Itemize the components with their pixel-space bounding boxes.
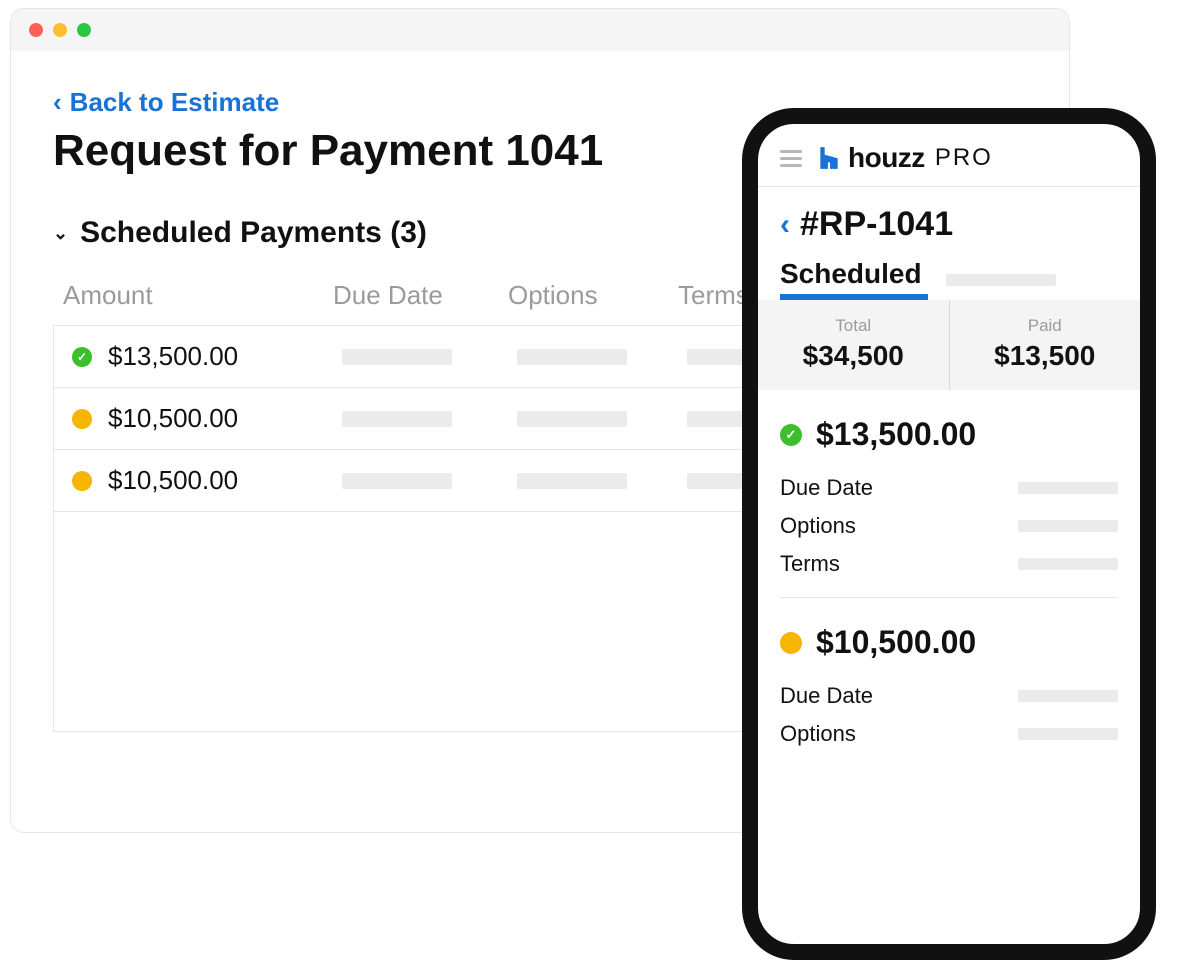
summary-total-value: $34,500 <box>758 340 949 372</box>
status-pending-icon <box>780 632 802 654</box>
brand: houzz PRO <box>816 142 993 174</box>
mobile-summary: Total $34,500 Paid $13,500 <box>758 300 1140 390</box>
card-field-options: Options <box>780 721 1118 747</box>
summary-paid-value: $13,500 <box>950 340 1141 372</box>
mobile-title-bar: ‹ #RP-1041 <box>758 187 1140 244</box>
mobile-payment-card[interactable]: $10,500.00 Due Date Options <box>780 598 1118 767</box>
mobile-payments-list: $13,500.00 Due Date Options Terms <box>758 390 1140 767</box>
row-amount: $10,500.00 <box>108 403 342 434</box>
chevron-down-icon: ⌄ <box>53 223 68 244</box>
status-pending-icon <box>72 471 92 491</box>
tab-scheduled[interactable]: Scheduled <box>780 258 922 300</box>
field-label: Due Date <box>780 683 873 709</box>
placeholder <box>342 349 452 365</box>
field-label: Due Date <box>780 475 873 501</box>
brand-suffix: PRO <box>935 144 993 172</box>
placeholder <box>1018 520 1118 532</box>
window-titlebar <box>11 9 1069 51</box>
summary-total-label: Total <box>758 316 949 336</box>
summary-paid-label: Paid <box>950 316 1141 336</box>
mobile-back-icon[interactable]: ‹ <box>780 208 790 242</box>
card-field-due: Due Date <box>780 475 1118 501</box>
mobile-header: houzz PRO <box>758 124 1140 187</box>
tab-placeholder[interactable] <box>946 274 1056 286</box>
field-label: Terms <box>780 551 840 577</box>
window-minimize-dot[interactable] <box>53 23 67 37</box>
col-amount: Amount <box>63 280 333 311</box>
window-zoom-dot[interactable] <box>77 23 91 37</box>
section-title: Scheduled Payments (3) <box>80 216 427 250</box>
placeholder <box>517 349 627 365</box>
status-paid-icon <box>72 347 92 367</box>
hamburger-menu-icon[interactable] <box>780 150 802 167</box>
placeholder <box>1018 482 1118 494</box>
mobile-title: #RP-1041 <box>800 205 953 244</box>
card-field-options: Options <box>780 513 1118 539</box>
window-close-dot[interactable] <box>29 23 43 37</box>
mobile-payment-card[interactable]: $13,500.00 Due Date Options Terms <box>780 390 1118 598</box>
field-label: Options <box>780 513 856 539</box>
brand-name: houzz <box>848 142 925 174</box>
phone-mock: houzz PRO ‹ #RP-1041 Scheduled Total $34… <box>742 108 1156 960</box>
placeholder <box>342 411 452 427</box>
row-amount: $10,500.00 <box>108 465 342 496</box>
card-field-terms: Terms <box>780 551 1118 577</box>
col-due: Due Date <box>333 280 508 311</box>
placeholder <box>1018 728 1118 740</box>
status-paid-icon <box>780 424 802 446</box>
field-label: Options <box>780 721 856 747</box>
houzz-logo-icon <box>816 145 842 171</box>
placeholder <box>517 411 627 427</box>
chevron-left-icon: ‹ <box>53 87 62 118</box>
row-amount: $13,500.00 <box>108 341 342 372</box>
card-amount: $10,500.00 <box>816 624 976 661</box>
placeholder <box>1018 558 1118 570</box>
card-amount: $13,500.00 <box>816 416 976 453</box>
mobile-tabs: Scheduled <box>758 258 1140 300</box>
status-pending-icon <box>72 409 92 429</box>
back-label: Back to Estimate <box>70 87 280 118</box>
card-field-due: Due Date <box>780 683 1118 709</box>
col-options: Options <box>508 280 678 311</box>
summary-paid: Paid $13,500 <box>949 300 1141 390</box>
summary-total: Total $34,500 <box>758 300 949 390</box>
placeholder <box>1018 690 1118 702</box>
placeholder <box>342 473 452 489</box>
placeholder <box>517 473 627 489</box>
